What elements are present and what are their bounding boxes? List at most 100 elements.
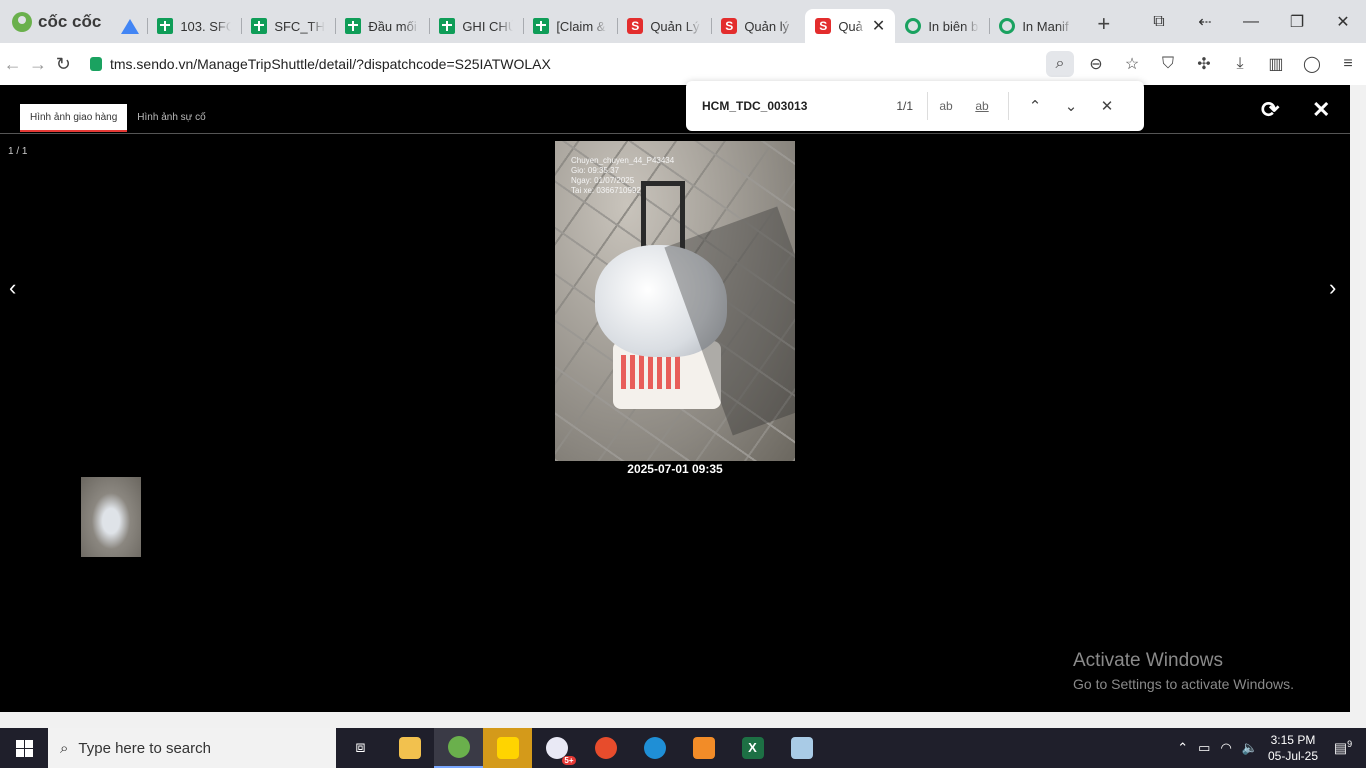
- tab-title: GHI CHÚ: [462, 18, 514, 34]
- page-scrollbar[interactable]: [1350, 85, 1366, 712]
- viewer-tabs: Hình ảnh giao hàng Hình ảnh sự cố: [20, 104, 216, 132]
- tab-sendo-quan-ly-1[interactable]: S Quản Lý: [617, 9, 711, 43]
- back-history-icon[interactable]: ⇠: [1182, 12, 1228, 32]
- bookmark-star-icon[interactable]: ☆: [1114, 54, 1150, 74]
- coccoc-taskbar-icon[interactable]: [434, 728, 483, 768]
- google-sheets-icon: [345, 18, 362, 34]
- sendo-icon: S: [627, 18, 644, 34]
- image-viewer: Hình ảnh giao hàng Hình ảnh sự cố 1 / 1 …: [0, 85, 1350, 712]
- find-previous-chevron-up-icon[interactable]: ⌃: [1017, 97, 1053, 115]
- tab-title: Quản lý: [744, 18, 790, 34]
- excel-icon[interactable]: X: [728, 728, 777, 768]
- previous-image-button[interactable]: ‹: [9, 275, 16, 301]
- adblock-shield-icon[interactable]: ⛉: [1150, 55, 1186, 73]
- match-case-toggle[interactable]: ab: [928, 99, 964, 113]
- tab-title: [Claim &: [556, 18, 606, 34]
- tab-sheet-claim[interactable]: [Claim &: [523, 9, 617, 43]
- stamp-line: Chuyen_chuyen_44_P43434: [571, 156, 675, 165]
- extensions-puzzle-icon[interactable]: ✣: [1186, 54, 1222, 74]
- zoom-out-icon[interactable]: ⊖: [1078, 54, 1114, 74]
- profile-icon[interactable]: ◯: [1294, 54, 1330, 74]
- find-input[interactable]: HCM_TDC_003013: [686, 99, 876, 113]
- next-image-button[interactable]: ›: [1329, 275, 1336, 301]
- menu-icon[interactable]: ≡: [1330, 55, 1366, 73]
- stamp-line: Gio: 09:35:37: [571, 166, 620, 175]
- stamp-line: Ngay: 01/07/2025: [571, 176, 635, 185]
- notes-app-icon[interactable]: [777, 728, 826, 768]
- volume-icon[interactable]: 🔈: [1242, 740, 1258, 756]
- tab-sheet-103-sfc[interactable]: 103. SFC: [147, 9, 241, 43]
- tab-incident-images[interactable]: Hình ảnh sự cố: [127, 104, 215, 132]
- photo-thumbnail[interactable]: [81, 477, 141, 557]
- tab-sheet-dau-moi[interactable]: Đầu mối: [335, 9, 429, 43]
- watermark-title: Activate Windows: [1073, 650, 1223, 671]
- tray-chevron-up-icon[interactable]: ⌃: [1177, 740, 1188, 756]
- battery-icon[interactable]: ▭: [1198, 740, 1210, 756]
- find-bar: HCM_TDC_003013 1/1 ab ab ⌃ ⌄ ✕: [686, 81, 1144, 131]
- tab-sheet-ghi-chu[interactable]: GHI CHÚ: [429, 9, 523, 43]
- green-circle-icon: [999, 18, 1016, 34]
- watermark-subtitle: Go to Settings to activate Windows.: [1073, 676, 1294, 692]
- downloads-icon[interactable]: ⤓: [1222, 55, 1258, 73]
- start-button[interactable]: [0, 728, 48, 768]
- delivery-photo: Chuyen_chuyen_44_P43434 Gio: 09:35:37 Ng…: [555, 141, 795, 461]
- coccoc-menu-button[interactable]: cốc cốc: [0, 0, 115, 43]
- tab-sendo-quan-ly-2[interactable]: S Quản lý: [711, 9, 805, 43]
- taskbar-search-box[interactable]: ⌕ Type here to search: [48, 728, 336, 768]
- google-sheets-icon: [533, 18, 550, 34]
- tab-sheet-sfc-the[interactable]: SFC_THE: [241, 9, 335, 43]
- whole-word-toggle[interactable]: ab: [964, 99, 1000, 113]
- wifi-icon[interactable]: ◠: [1220, 740, 1231, 756]
- zalo-icon[interactable]: 5+: [532, 728, 581, 768]
- sendo-icon: S: [815, 18, 832, 34]
- close-window-icon[interactable]: ✕: [1320, 12, 1366, 32]
- notification-center-icon[interactable]: ▤9: [1328, 739, 1358, 757]
- tab-title: Quả: [838, 18, 863, 34]
- google-sheets-icon: [439, 18, 456, 34]
- find-next-chevron-down-icon[interactable]: ⌄: [1053, 97, 1089, 115]
- activate-windows-watermark: Activate Windows Go to Settings to activ…: [1073, 650, 1294, 692]
- system-tray: ⌃ ▭ ◠ 🔈 3:15 PM 05-Jul-25 ▤9: [1177, 732, 1366, 764]
- taskbar-clock[interactable]: 3:15 PM 05-Jul-25: [1268, 732, 1318, 764]
- minimize-icon[interactable]: —: [1228, 13, 1274, 31]
- restore-icon[interactable]: ❐: [1274, 12, 1320, 32]
- forward-arrow-icon[interactable]: →: [25, 54, 50, 75]
- tab-google-drive[interactable]: [115, 9, 147, 43]
- rotate-icon[interactable]: ⟳: [1261, 97, 1279, 123]
- edge-icon[interactable]: [630, 728, 679, 768]
- image-counter: 1 / 1: [8, 146, 28, 157]
- page-bottom-strip: [0, 712, 1366, 728]
- tab-title: In Manif: [1022, 18, 1069, 34]
- browser-toolbar: ← → ↻ tms.sendo.vn/ManageTripShuttle/det…: [0, 43, 1366, 85]
- coccoc-logo-icon: [12, 11, 32, 32]
- clock-date: 05-Jul-25: [1267, 749, 1318, 763]
- zalo-badge: 5+: [562, 756, 576, 765]
- sidebar-icon[interactable]: ▥: [1258, 54, 1294, 74]
- taskbar-search-placeholder: Type here to search: [78, 739, 211, 757]
- tab-close-icon[interactable]: ✕: [872, 16, 885, 36]
- back-arrow-icon[interactable]: ←: [0, 54, 25, 75]
- tab-delivery-images[interactable]: Hình ảnh giao hàng: [20, 104, 128, 132]
- search-icon: ⌕: [60, 739, 69, 757]
- tab-in-manifest[interactable]: In Manif: [989, 9, 1083, 43]
- vpn-app-icon[interactable]: [581, 728, 630, 768]
- brand-name: cốc cốc: [38, 11, 102, 31]
- task-view-icon[interactable]: ⧈: [336, 728, 385, 768]
- search-tabs-icon[interactable]: ⧉: [1136, 13, 1182, 31]
- new-tab-plus-icon[interactable]: +: [1083, 11, 1124, 37]
- tab-title: 103. SFC: [180, 18, 232, 34]
- sticky-notes-icon[interactable]: [483, 728, 532, 768]
- tab-in-bien-ban[interactable]: In biên b: [895, 9, 989, 43]
- find-in-page-icon[interactable]: ⌕: [1045, 51, 1074, 77]
- sublime-icon[interactable]: [679, 728, 728, 768]
- close-viewer-icon[interactable]: ✕: [1312, 97, 1330, 123]
- browser-tab-strip: cốc cốc 103. SFC SFC_THE Đầu mối GHI CHÚ…: [0, 0, 1366, 43]
- reload-icon[interactable]: ↻: [51, 54, 76, 75]
- windows-logo-icon: [15, 739, 33, 757]
- stamp-line: Tai xe: 0366710992: [571, 186, 641, 195]
- find-close-icon[interactable]: ✕: [1089, 97, 1125, 115]
- tab-sendo-active[interactable]: S Quả ✕: [805, 9, 896, 43]
- find-separator: [1008, 92, 1009, 120]
- address-bar[interactable]: tms.sendo.vn/ManageTripShuttle/detail/?d…: [82, 48, 1002, 80]
- file-explorer-icon[interactable]: [385, 728, 434, 768]
